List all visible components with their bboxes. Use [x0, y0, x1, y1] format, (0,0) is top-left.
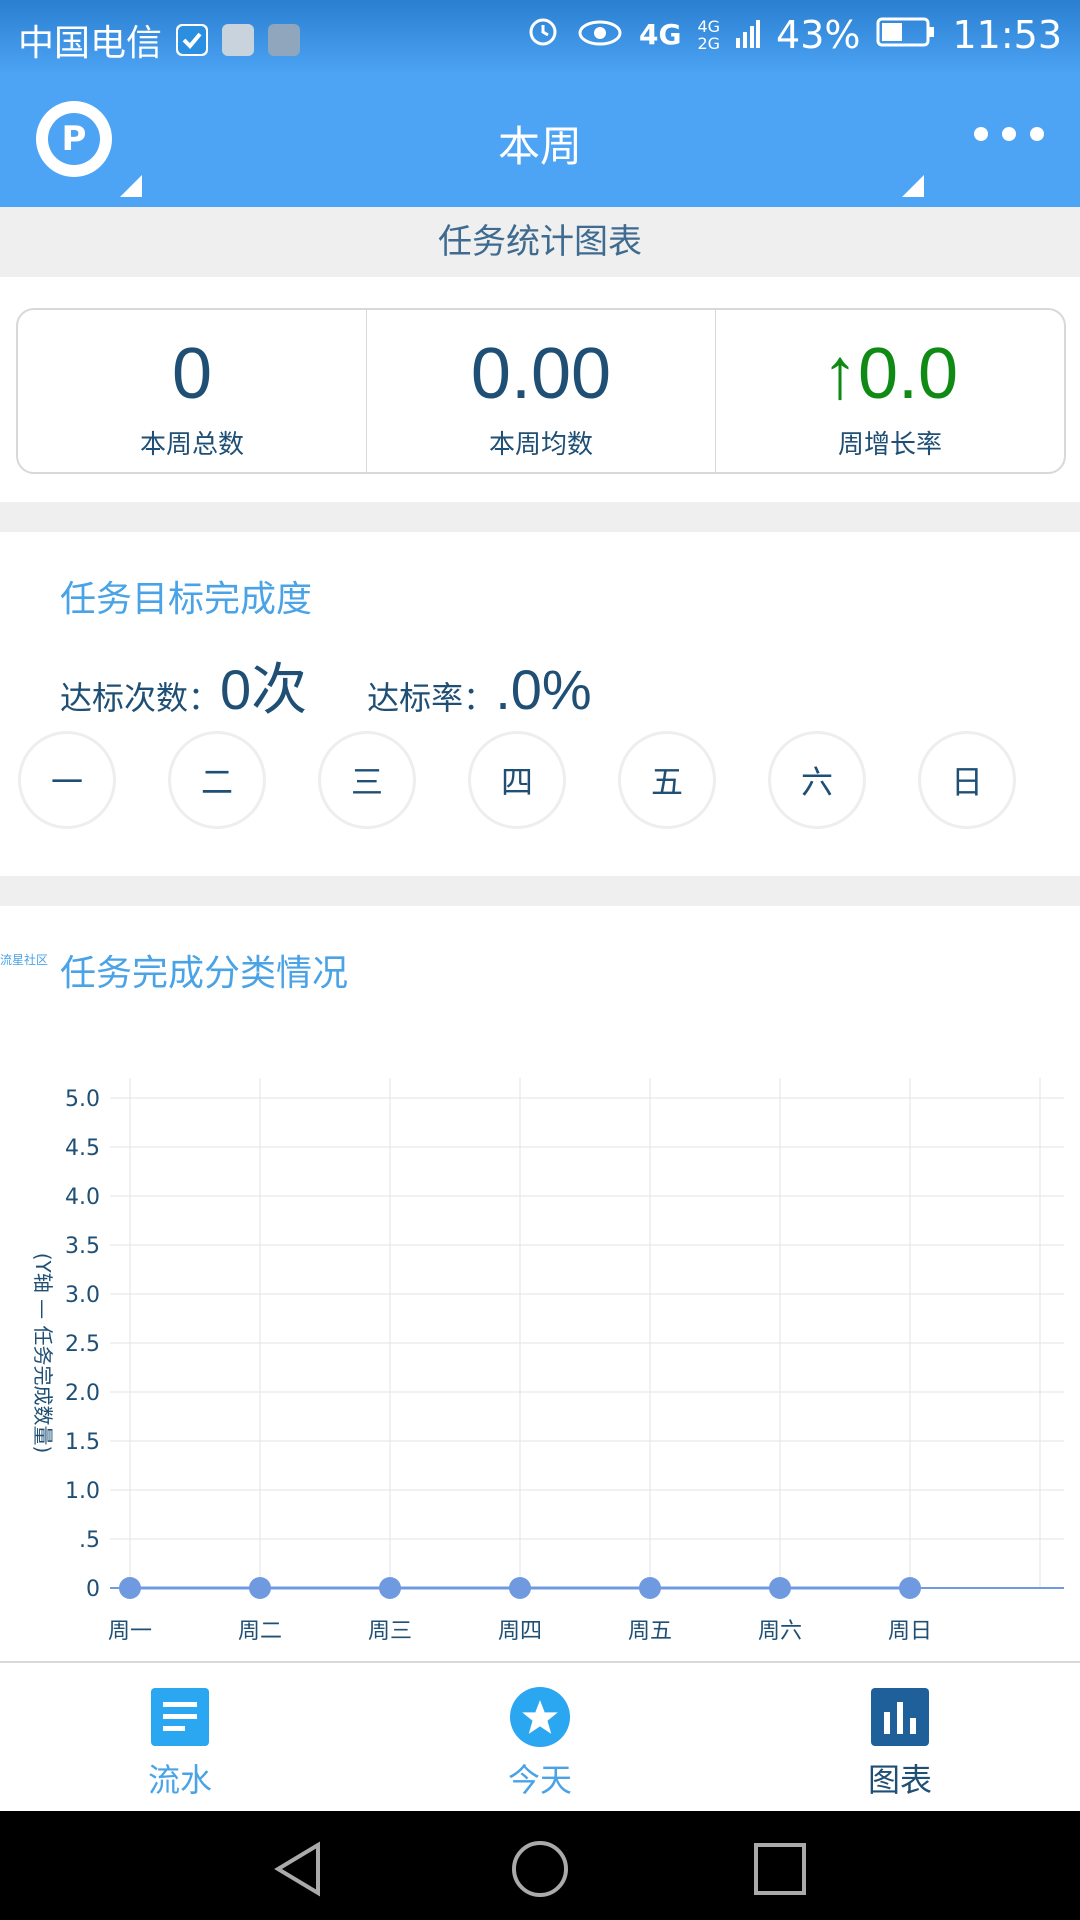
carrier-label: 中国电信: [18, 23, 163, 64]
home-icon[interactable]: [510, 1839, 570, 1899]
weekday-circle-sat[interactable]: 六: [768, 731, 866, 829]
stat-label: 本周总数: [139, 430, 244, 460]
y-tick-label: 3.5: [65, 1234, 100, 1259]
y-tick-label: 2.0: [65, 1381, 100, 1406]
weekly-stats-card: 0 本周总数 0.00 本周均数 ↑0.0 周增长率: [16, 308, 1066, 474]
x-tick-label: 周五: [628, 1619, 672, 1644]
x-tick-label: 周二: [238, 1619, 282, 1644]
target-count-value: 0次: [220, 658, 308, 721]
section-divider: [0, 502, 1080, 532]
data-point: [509, 1577, 531, 1599]
alarm-icon: [525, 12, 561, 57]
recents-icon[interactable]: [752, 1841, 808, 1897]
y-tick-label: 0: [86, 1577, 100, 1602]
battery-percent: 43%: [776, 12, 861, 57]
y-tick-label: 3.0: [65, 1283, 100, 1308]
network-type-label: 4G: [638, 18, 682, 51]
target-count-label: 达标次数：: [60, 679, 221, 717]
data-point: [639, 1577, 661, 1599]
star-icon: [510, 1687, 570, 1747]
stat-label: 周增长率: [837, 430, 942, 460]
data-point: [249, 1577, 271, 1599]
nav-tab-chart[interactable]: 图表: [720, 1663, 1080, 1813]
weekday-circle-thu[interactable]: 四: [468, 731, 566, 829]
target-summary: 达标次数： 0次 达标率： .0%: [60, 645, 592, 726]
stat-value: 0.00: [470, 334, 612, 414]
network-2g-label: 2G: [697, 33, 721, 53]
x-tick-label: 周日: [888, 1619, 932, 1644]
stat-label: 本周均数: [488, 430, 593, 460]
weekday-circle-mon[interactable]: 一: [18, 731, 116, 829]
stat-weekly-total: 0 本周总数: [18, 310, 367, 472]
data-point: [119, 1577, 141, 1599]
y-tick-label: 4.5: [65, 1136, 100, 1161]
y-tick-label: 4.0: [65, 1185, 100, 1210]
nav-tab-today[interactable]: 今天: [360, 1663, 720, 1813]
nav-label: 图表: [867, 1761, 932, 1799]
status-bar: 中国电信 4G 4G 2G 43% 11:53: [0, 0, 1080, 75]
x-tick-label: 周三: [368, 1619, 412, 1644]
signal-icon: [736, 13, 761, 57]
bottom-navigation: 流水 今天 图表: [0, 1661, 1080, 1813]
clock: 11:53: [952, 12, 1062, 57]
notification-photo-icon: [222, 24, 255, 56]
y-tick-label: .5: [79, 1528, 100, 1553]
bar-chart-icon: [870, 1687, 930, 1747]
watermark: 流星社区: [0, 953, 49, 967]
data-point: [379, 1577, 401, 1599]
x-tick-label: 周一: [108, 1619, 152, 1644]
back-icon[interactable]: [270, 1841, 326, 1897]
y-tick-label: 5.0: [65, 1087, 100, 1112]
target-section-title: 任务目标完成度: [60, 579, 313, 620]
chart-section-title: 任务完成分类情况: [60, 953, 349, 994]
nav-tab-flow[interactable]: 流水: [0, 1663, 360, 1813]
nav-label: 今天: [507, 1761, 572, 1799]
network-4g-label: 4G: [697, 16, 721, 36]
stat-value: ↑0.0: [821, 334, 959, 414]
stat-value: 0: [171, 334, 213, 414]
x-tick-label: 周四: [498, 1619, 542, 1644]
y-tick-label: 1.5: [65, 1430, 100, 1455]
logo-dropdown-indicator-icon: [120, 175, 142, 197]
more-options-icon[interactable]: [974, 127, 1044, 141]
target-rate-value: .0%: [495, 658, 592, 721]
nav-label: 流水: [147, 1761, 212, 1799]
weekday-circle-tue[interactable]: 二: [168, 731, 266, 829]
weekday-circle-wed[interactable]: 三: [318, 731, 416, 829]
data-point: [899, 1577, 921, 1599]
battery-icon: [876, 13, 936, 57]
weekday-circles: 一 二 三 四 五 六 日: [18, 731, 1062, 831]
stat-weekly-growth: ↑0.0 周增长率: [716, 310, 1064, 472]
page-title[interactable]: 本周: [0, 113, 1080, 174]
y-tick-label: 1.0: [65, 1479, 100, 1504]
section-header: 任务统计图表: [0, 207, 1080, 277]
list-icon: [150, 1687, 210, 1747]
stat-weekly-average: 0.00 本周均数: [367, 310, 716, 472]
dual-network-indicator: 4G 2G: [697, 18, 720, 52]
app-bar: P 本周: [0, 75, 1080, 207]
weekday-circle-sun[interactable]: 日: [918, 731, 1016, 829]
notification-check-icon: [176, 24, 209, 56]
eye-icon: [577, 13, 623, 57]
data-point: [769, 1577, 791, 1599]
target-rate-label: 达标率：: [367, 679, 496, 717]
section-divider: [0, 876, 1080, 906]
y-axis-label: (Y轴 — 任务完成数量): [31, 1253, 55, 1454]
notification-image-icon: [268, 24, 301, 56]
y-tick-label: 2.5: [65, 1332, 100, 1357]
x-tick-label: 周六: [758, 1619, 802, 1644]
weekday-circle-fri[interactable]: 五: [618, 731, 716, 829]
system-navigation-bar: [0, 1811, 1080, 1920]
task-completion-chart: 0 .5 1.0 1.5 2.0 2.5 3.0 3.5 4.0 4.5 5.0 周一 周二 周三 周四 周五…: [31, 1078, 1064, 1644]
title-dropdown-indicator-icon: [902, 175, 924, 197]
